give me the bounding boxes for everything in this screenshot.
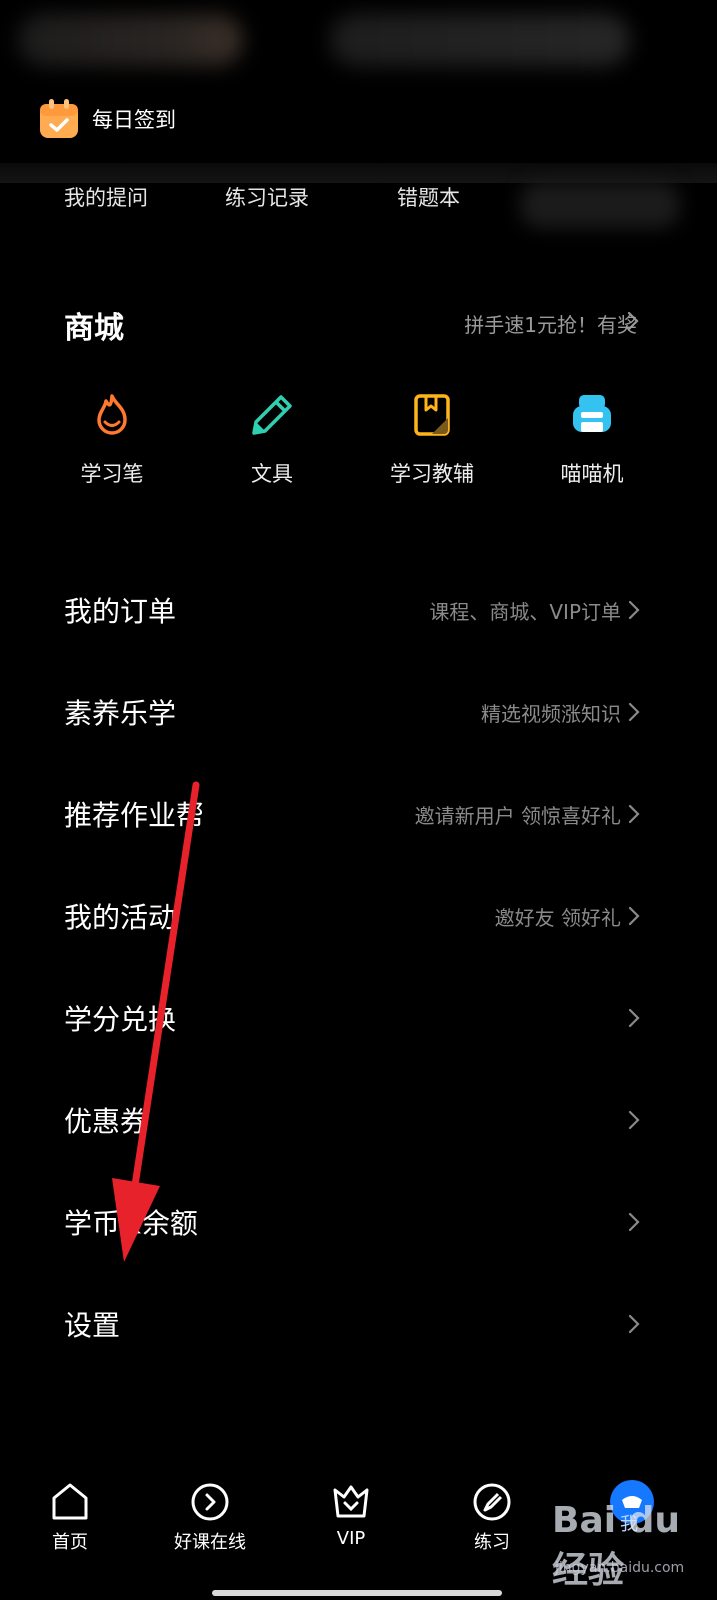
menu-row-title: 我的活动 (64, 901, 177, 934)
watermark-url: jingyan.baidu.com (555, 1560, 685, 1576)
menu-row-recommend[interactable]: 推荐作业帮 邀请新用户 领惊喜好礼 (0, 779, 717, 849)
chevron-right-icon (628, 1110, 640, 1130)
mall-item-stationery[interactable]: 文具 (202, 392, 342, 488)
blurred-stats-area (330, 14, 630, 66)
menu-row-title: 推荐作业帮 (64, 799, 205, 832)
nav-item-label: 练习 (474, 1532, 510, 1553)
mall-item-study-pen[interactable]: 学习笔 (42, 392, 182, 488)
daily-signin-label: 每日签到 (92, 108, 176, 132)
book-icon (414, 394, 450, 436)
nav-item-practice[interactable]: 练习 (432, 1480, 552, 1554)
home-icon (52, 1483, 88, 1520)
calendar-check-icon (40, 99, 78, 138)
home-indicator[interactable] (212, 1590, 502, 1596)
menu-row-title: 优惠券 (64, 1105, 149, 1138)
mall-item-printer[interactable]: 喵喵机 (522, 392, 662, 488)
menu-row-subtitle: 邀请新用户 领惊喜好礼 (414, 803, 621, 828)
menu-row-settings[interactable]: 设置 (0, 1289, 717, 1359)
quick-link-wrong-questions[interactable]: 错题本 (397, 182, 460, 218)
nav-item-label: 首页 (52, 1532, 88, 1553)
menu-row-coins-balance[interactable]: 学币&余额 (0, 1187, 717, 1257)
chevron-right-icon[interactable] (626, 310, 640, 332)
vip-crown-icon (333, 1485, 369, 1518)
menu-row-quality-learning[interactable]: 素养乐学 精选视频涨知识 (0, 677, 717, 747)
nav-item-home[interactable]: 首页 (10, 1480, 130, 1554)
menu-row-my-orders[interactable]: 我的订单 课程、商城、VIP订单 (0, 575, 717, 645)
mall-item-study-books[interactable]: 学习教辅 (362, 392, 502, 488)
menu-row-title: 我的订单 (64, 595, 177, 628)
compass-icon (473, 1483, 511, 1521)
chevron-right-icon (628, 600, 640, 620)
menu-row-title: 素养乐学 (64, 697, 177, 730)
chevron-right-icon (628, 702, 640, 722)
blurred-profile-area (18, 14, 243, 66)
nav-item-courses[interactable]: 好课在线 (150, 1480, 270, 1554)
pen-icon (252, 395, 292, 435)
watermark-logo: Bai du 经验 (552, 1500, 681, 1591)
menu-row-coupons[interactable]: 优惠券 (0, 1085, 717, 1155)
mall-promo-link[interactable]: 拼手速1元抢！有奖 (464, 309, 637, 338)
daily-signin-button[interactable]: 每日签到 (38, 98, 176, 140)
menu-row-title: 学币&余额 (64, 1207, 198, 1240)
flame-icon (97, 394, 127, 435)
nav-item-vip[interactable]: VIP (291, 1480, 411, 1549)
menu-row-subtitle: 课程、商城、VIP订单 (429, 599, 621, 624)
printer-icon (573, 395, 611, 432)
chevron-right-icon (628, 1212, 640, 1232)
menu-row-subtitle: 精选视频涨知识 (481, 701, 621, 726)
header-divider (0, 163, 717, 183)
chevron-right-icon (628, 1008, 640, 1028)
chevron-right-icon (628, 804, 640, 824)
quick-link-practice-record[interactable]: 练习记录 (225, 182, 309, 218)
play-circle-icon (191, 1483, 229, 1521)
nav-item-label: 好课在线 (174, 1532, 246, 1553)
mall-item-label: 学习教辅 (390, 462, 474, 486)
menu-row-title: 学分兑换 (64, 1003, 177, 1036)
menu-row-subtitle: 邀好友 领好礼 (494, 905, 621, 930)
blurred-quick-link (520, 182, 680, 228)
menu-row-credit-exchange[interactable]: 学分兑换 (0, 983, 717, 1053)
menu-row-title: 设置 (64, 1309, 121, 1342)
mall-title: 商城 (64, 311, 124, 346)
nav-item-label: VIP (336, 1528, 366, 1549)
quick-link-my-questions[interactable]: 我的提问 (64, 182, 148, 218)
menu-row-my-activities[interactable]: 我的活动 邀好友 领好礼 (0, 881, 717, 951)
chevron-right-icon (628, 1314, 640, 1334)
chevron-right-icon (628, 906, 640, 926)
mall-item-label: 文具 (251, 462, 293, 486)
mall-item-label: 学习笔 (80, 462, 144, 486)
mall-item-label: 喵喵机 (560, 462, 624, 486)
